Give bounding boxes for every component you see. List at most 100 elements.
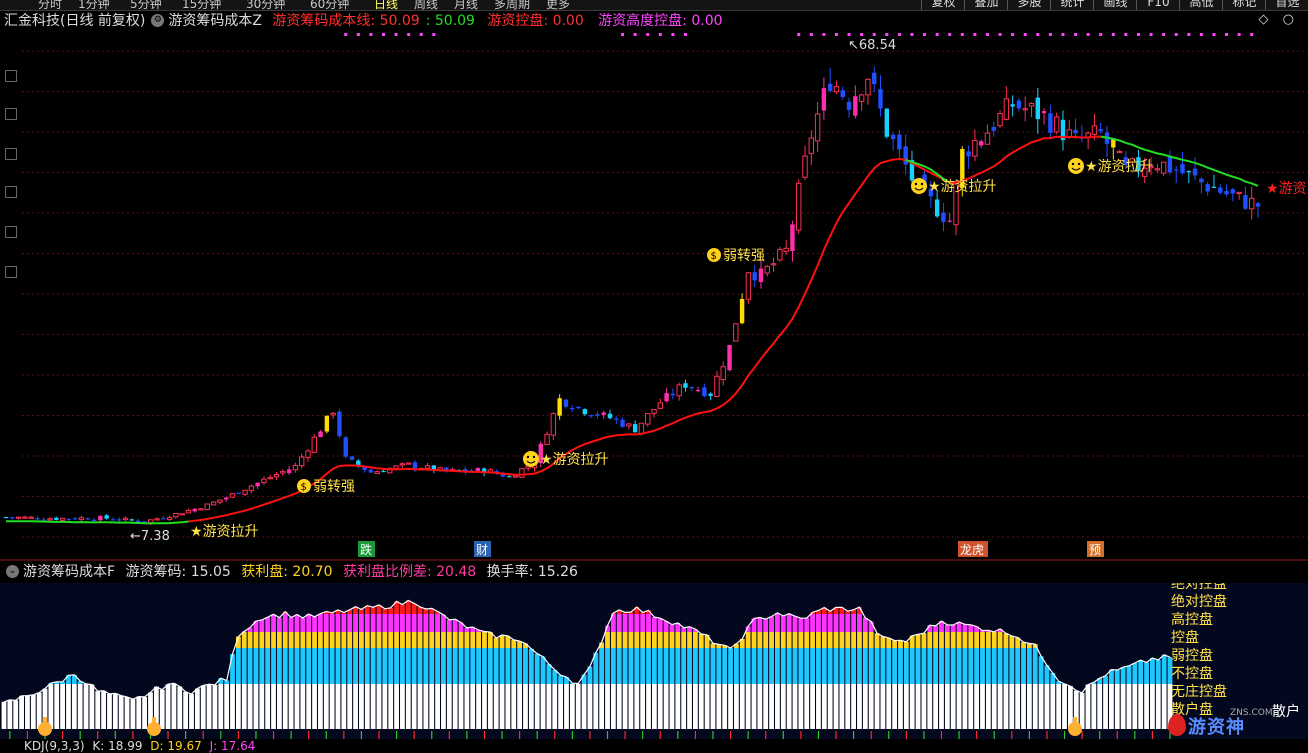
candle-body	[885, 109, 889, 137]
period-tab[interactable]: 分时	[38, 0, 62, 11]
toolbar-button[interactable]: 叠加	[964, 0, 1008, 10]
candle-body	[633, 424, 637, 432]
chip-bar-retail	[1115, 684, 1120, 729]
chip-bar-retail	[1033, 684, 1038, 729]
chip-bar-control	[377, 648, 382, 684]
candle-body	[841, 90, 845, 97]
candle-body	[759, 269, 763, 282]
chip-bar-control	[230, 654, 235, 684]
chip-bar-peak	[359, 609, 364, 614]
chip-bar-retail	[804, 684, 809, 729]
chip-bar-absolute	[851, 614, 856, 632]
chip-bar-control	[529, 649, 534, 684]
chip-bar-high	[822, 632, 827, 648]
circle-icon[interactable]: ○	[1283, 12, 1294, 27]
chip-bar-absolute	[271, 614, 276, 632]
toolbar-button[interactable]: 标记	[1222, 0, 1266, 10]
chip-bar-retail	[84, 684, 89, 729]
period-tab[interactable]: 30分钟	[246, 0, 285, 11]
chip-bar-retail	[347, 684, 352, 729]
toolbar-button[interactable]: 统计	[1050, 0, 1094, 10]
period-tab[interactable]: 周线	[414, 0, 438, 11]
chip-control-chart[interactable]: 绝对控盘绝对控盘高控盘控盘弱控盘不控盘无庄控盘散户盘 散户	[0, 583, 1308, 739]
control-dot	[835, 33, 838, 36]
chip-bar-high	[482, 632, 487, 648]
chip-bar-retail	[839, 684, 844, 729]
period-tab[interactable]: 60分钟	[310, 0, 349, 11]
period-tab[interactable]: 日线	[374, 0, 398, 11]
chip-bar-absolute	[623, 614, 628, 632]
candle-body	[507, 476, 511, 477]
period-tab[interactable]: 5分钟	[130, 0, 162, 11]
chip-bar-control	[248, 648, 253, 684]
sub-indicator-menu-icon[interactable]: ⌄	[6, 565, 19, 578]
candlestick-chart[interactable]: ★游资拉升$弱转强★游资拉升$弱转强★游资拉升★游资拉升★游资 跌财龙虎预 ↖6…	[0, 31, 1308, 561]
chip-bar-retail	[974, 684, 979, 729]
chip-bar-peak	[382, 609, 387, 614]
chip-bar-retail	[939, 684, 944, 729]
control-dot	[671, 33, 674, 36]
signal-label: ★游资拉升	[928, 179, 997, 195]
candle-body	[966, 151, 970, 156]
chip-bar-high	[939, 632, 944, 648]
toolbar-button[interactable]: 复权	[921, 0, 965, 10]
chip-bar-absolute	[359, 614, 364, 632]
candle-body	[878, 89, 882, 108]
period-tab[interactable]: 月线	[454, 0, 478, 11]
chip-bar-retail	[7, 700, 12, 729]
chip-bar-control	[675, 648, 680, 684]
toolbar-button[interactable]: F10	[1136, 0, 1180, 10]
chip-bar-high	[312, 632, 317, 648]
period-tab[interactable]: 1分钟	[78, 0, 110, 11]
toolbar-button[interactable]: 多股	[1007, 0, 1051, 10]
chip-bar-control	[558, 675, 563, 684]
chip-bar-high	[681, 632, 686, 648]
chip-bar-absolute	[945, 625, 950, 632]
candle-body	[721, 367, 725, 380]
chip-bar-retail	[998, 684, 1003, 729]
chip-bar-high	[412, 632, 417, 648]
chip-bar-absolute	[464, 628, 469, 632]
chip-bar-retail	[48, 684, 53, 729]
chip-bar-retail	[289, 684, 294, 729]
smiley-icon	[1068, 158, 1084, 174]
chip-bar-control	[687, 648, 692, 684]
watermark-logo-icon	[1168, 714, 1186, 736]
chip-bar-absolute	[857, 614, 862, 632]
period-tab[interactable]: 15分钟	[182, 0, 221, 11]
period-tab[interactable]: 多周期	[494, 0, 530, 11]
chip-bar-retail	[968, 684, 973, 729]
chip-bar-control	[447, 648, 452, 684]
candle-body	[903, 146, 907, 164]
chip-bar-high	[365, 632, 370, 648]
candle-body	[230, 494, 234, 497]
chip-bar-retail	[72, 684, 77, 729]
chip-bar-control	[880, 648, 885, 684]
chip-bar-retail	[19, 696, 24, 729]
chip-bar-absolute	[365, 614, 370, 632]
indicator-menu-icon[interactable]: ⚙	[151, 14, 164, 27]
chip-bar-retail	[1004, 684, 1009, 729]
chip-bar-control	[1015, 648, 1020, 684]
chip-bar-control	[1156, 660, 1161, 684]
toolbar-button[interactable]: 画线	[1093, 0, 1137, 10]
chip-bar-control	[992, 648, 997, 684]
chip-bar-control	[470, 648, 475, 684]
candle-body	[325, 416, 329, 432]
chip-bar-high	[283, 632, 288, 648]
chip-bar-control	[295, 648, 300, 684]
toolbar-button[interactable]: 首选	[1265, 0, 1308, 10]
chip-bar-control	[1121, 667, 1126, 684]
chip-bar-high	[804, 632, 809, 648]
sub-indicator-name[interactable]: 游资筹码成本F	[23, 564, 115, 580]
diamond-icon[interactable]: ◇	[1259, 12, 1269, 27]
smiley-eye	[915, 183, 917, 185]
candle-body	[54, 518, 58, 520]
candle-body	[337, 412, 341, 437]
period-tab[interactable]: 更多	[546, 0, 570, 11]
control-dot	[898, 33, 901, 36]
toolbar-button[interactable]: 高低	[1179, 0, 1223, 10]
chip-bar-retail	[576, 684, 581, 729]
indicator-name[interactable]: 游资筹码成本Z	[168, 13, 262, 29]
candle-body	[255, 483, 259, 487]
